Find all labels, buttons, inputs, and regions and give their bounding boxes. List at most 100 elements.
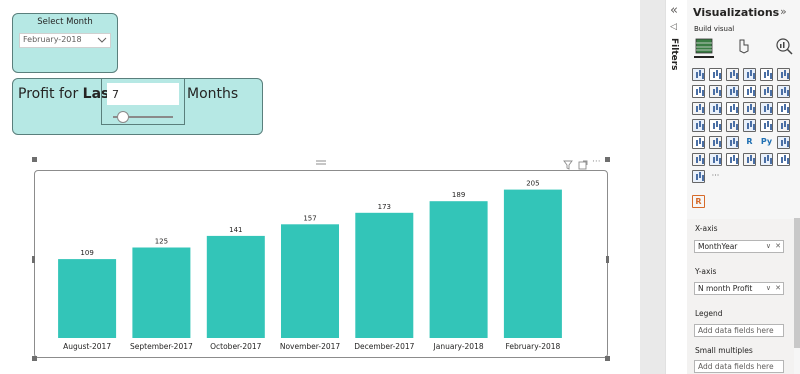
chevron-down-icon[interactable]: ∨: [766, 241, 771, 252]
month-dropdown[interactable]: February-2018: [19, 33, 111, 48]
pie-icon[interactable]: [743, 102, 756, 115]
legend-drop-zone[interactable]: Add data fields here: [694, 324, 784, 337]
remove-field-icon[interactable]: ✕: [775, 241, 781, 252]
small-multiples-title: Small multiples: [695, 346, 753, 355]
donut-icon[interactable]: [760, 102, 773, 115]
key-influencers-icon[interactable]: [777, 136, 790, 149]
stacked-bar-icon[interactable]: [692, 68, 705, 81]
table-icon[interactable]: [709, 136, 722, 149]
power-automate-icon[interactable]: [692, 170, 705, 183]
yaxis-field-value: N month Profit: [698, 284, 753, 293]
filter-icon[interactable]: [563, 160, 573, 170]
fields-grid-icon: [695, 38, 713, 54]
xaxis-title: X-axis: [695, 224, 718, 233]
map-icon[interactable]: [692, 119, 705, 132]
dropdown-value: February-2018: [23, 35, 82, 44]
clustered-column-icon[interactable]: [760, 68, 773, 81]
slicer-icon[interactable]: [692, 136, 705, 149]
bar-5[interactable]: [429, 201, 488, 338]
power-automate-glyph: [696, 174, 698, 180]
remove-field-icon[interactable]: ✕: [775, 283, 781, 294]
qa-icon[interactable]: [709, 153, 722, 166]
bar-6[interactable]: [503, 189, 562, 338]
double-chevron-left-icon[interactable]: «: [670, 3, 678, 18]
format-visual-tab[interactable]: [734, 36, 754, 56]
treemap-icon[interactable]: [777, 102, 790, 115]
months-value-input[interactable]: [107, 83, 179, 105]
stacked-area-icon[interactable]: [726, 85, 739, 98]
stacked-bar-100-icon[interactable]: [726, 68, 739, 81]
stacked-column-100-icon[interactable]: [777, 68, 790, 81]
power-apps-icon[interactable]: [777, 153, 790, 166]
yaxis-title: Y-axis: [695, 267, 717, 276]
waterfall-icon[interactable]: [692, 102, 705, 115]
build-visual-tab[interactable]: [694, 36, 714, 58]
multi-row-card-icon[interactable]: [760, 119, 773, 132]
magnifier-chart-icon: [776, 38, 793, 55]
resize-handle-top-left[interactable]: [32, 157, 37, 162]
filled-map-icon[interactable]: [709, 119, 722, 132]
data-label-5: 189: [452, 191, 465, 199]
treemap-glyph: [781, 106, 783, 112]
xaxis-field-pill[interactable]: MonthYear ∨ ✕: [694, 240, 784, 253]
funnel-icon[interactable]: [709, 102, 722, 115]
yaxis-well: Y-axis N month Profit ∨ ✕: [687, 261, 794, 303]
chevron-down-icon[interactable]: ∨: [766, 283, 771, 294]
scatter-icon[interactable]: [726, 102, 739, 115]
more-visuals-icon[interactable]: ···: [709, 170, 722, 183]
gauge-glyph: [730, 123, 732, 129]
resize-handle-top-right[interactable]: [605, 157, 610, 162]
card-icon[interactable]: [743, 119, 756, 132]
gauge-icon[interactable]: [726, 119, 739, 132]
parameter-slicer: [101, 78, 185, 125]
metrics-icon[interactable]: [760, 153, 773, 166]
line-clustered-icon[interactable]: [760, 85, 773, 98]
kpi-icon[interactable]: [777, 119, 790, 132]
x-tick-label-4: December-2017: [354, 342, 414, 351]
double-chevron-right-icon[interactable]: »: [780, 5, 787, 18]
small-multiples-drop-zone[interactable]: Add data fields here: [694, 360, 784, 373]
area-chart-icon[interactable]: [709, 85, 722, 98]
pane-scrollbar[interactable]: [794, 218, 800, 348]
r-script-visual-icon[interactable]: R: [692, 195, 705, 208]
paintbrush-icon: [739, 39, 749, 54]
pie-glyph: [747, 106, 749, 112]
stacked-bar-glyph: [696, 72, 698, 78]
yaxis-field-pill[interactable]: N month Profit ∨ ✕: [694, 282, 784, 295]
small-multiples-well: Small multiples Add data fields here: [687, 343, 794, 374]
line-column-glyph: [747, 89, 749, 95]
focus-mode-icon[interactable]: [578, 160, 588, 170]
stacked-column-icon[interactable]: [743, 68, 756, 81]
bar-3[interactable]: [281, 224, 339, 338]
chevron-down-icon: [97, 37, 107, 43]
more-options-icon[interactable]: ···: [592, 157, 601, 167]
clustered-bar-icon[interactable]: [709, 68, 722, 81]
python-visual-icon[interactable]: Py: [760, 136, 773, 149]
drag-grip-icon[interactable]: [315, 159, 327, 167]
donut-glyph: [764, 106, 766, 112]
qa-glyph: [713, 157, 715, 163]
filter-funnel-icon: ◁: [670, 22, 677, 32]
bar-0[interactable]: [58, 259, 117, 338]
matrix-icon[interactable]: [726, 136, 739, 149]
paginated-icon[interactable]: [743, 153, 756, 166]
ribbon-chart-icon[interactable]: [777, 85, 790, 98]
table-glyph: [713, 140, 715, 146]
xaxis-well: X-axis MonthYear ∨ ✕: [687, 219, 794, 261]
line-chart-icon[interactable]: [692, 85, 705, 98]
decomposition-tree-glyph: [696, 157, 698, 163]
stacked-column-100-glyph: [781, 72, 783, 78]
bar-4[interactable]: [355, 212, 414, 338]
line-column-icon[interactable]: [743, 85, 756, 98]
bar-2[interactable]: [206, 235, 265, 338]
bar-1[interactable]: [132, 247, 191, 339]
r-visual-icon[interactable]: R: [743, 136, 756, 149]
decomposition-tree-icon[interactable]: [692, 153, 705, 166]
slider-thumb[interactable]: [117, 111, 130, 123]
analytics-tab[interactable]: [774, 36, 794, 56]
x-tick-label-5: January-2018: [433, 342, 484, 351]
filters-pane[interactable]: « ◁ Filters: [665, 0, 689, 374]
x-tick-label-0: August-2017: [63, 342, 111, 351]
bar-chart: 109 August-2017 125 September-2017 141 Octobe…: [58, 180, 562, 351]
narrative-icon[interactable]: [726, 153, 739, 166]
